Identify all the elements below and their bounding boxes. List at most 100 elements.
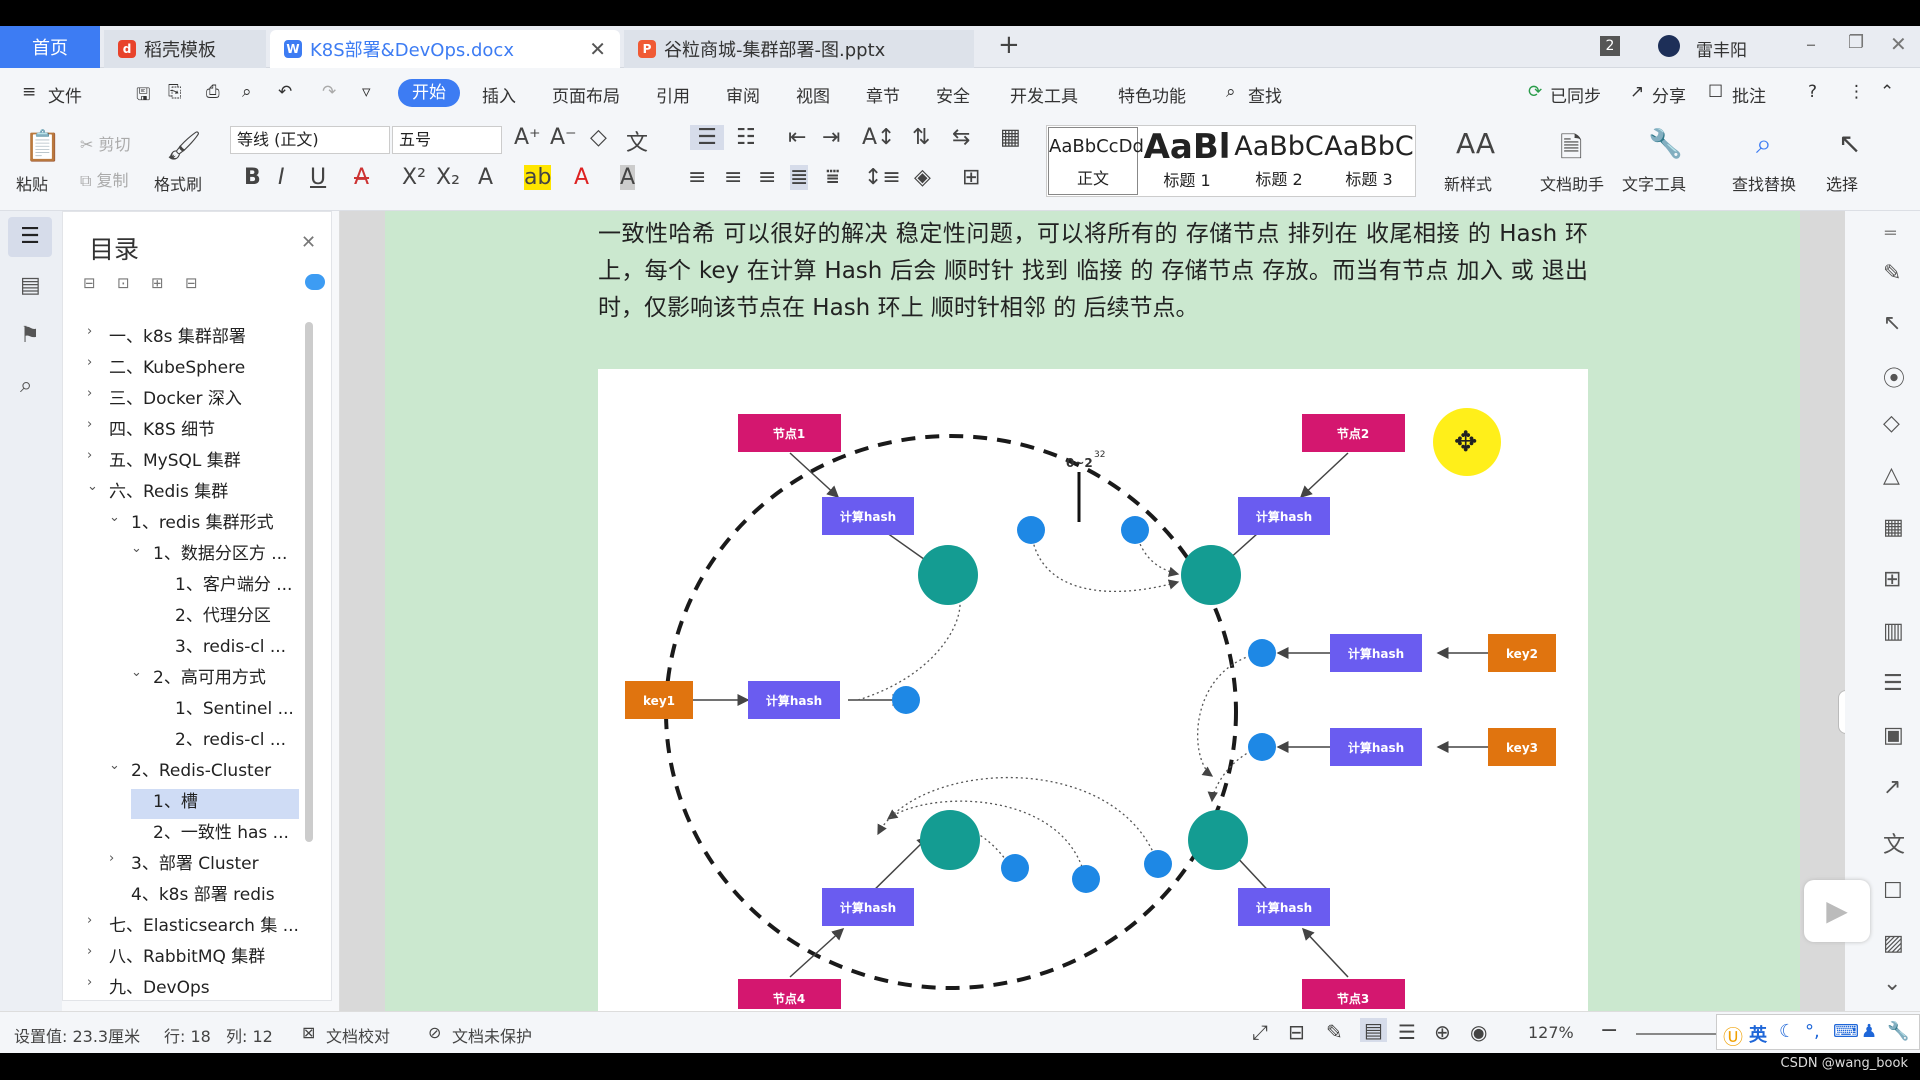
ime-punct-icon[interactable]: °,: [1805, 1021, 1820, 1042]
distributed-icon[interactable]: ⩸: [826, 165, 839, 190]
add-heading-icon[interactable]: ⊞: [151, 274, 164, 292]
table-layout-icon[interactable]: ▦: [1000, 125, 1021, 150]
menu-view[interactable]: 视图: [796, 82, 830, 107]
menu-security[interactable]: 安全: [936, 82, 970, 107]
toc-item[interactable]: 二、KubeSphere: [109, 353, 245, 378]
format-painter-icon[interactable]: 🖌: [166, 129, 202, 162]
grow-font-icon[interactable]: A⁺: [514, 125, 541, 150]
toc-item[interactable]: 1、客户端分 ...: [175, 570, 292, 595]
toc-item[interactable]: 3、redis-cl ...: [175, 632, 286, 657]
help-icon[interactable]: ?: [1808, 82, 1817, 102]
page-thumbnail-icon[interactable]: ▤: [20, 273, 41, 298]
style-normal[interactable]: AaBbCcDd 正文: [1048, 127, 1144, 195]
window-count-badge[interactable]: 2: [1600, 36, 1620, 56]
video-play-icon[interactable]: ▶: [1804, 880, 1870, 942]
toc-item[interactable]: 4、k8s 部署 redis: [131, 880, 275, 905]
sort-icon[interactable]: ⇅: [912, 125, 930, 150]
drawing-icon[interactable]: △: [1883, 463, 1900, 488]
new-style-button[interactable]: 新样式: [1444, 171, 1492, 195]
comment-button[interactable]: 批注: [1732, 82, 1766, 107]
expand-icon[interactable]: ⊡: [117, 274, 130, 292]
print-icon[interactable]: ⎙: [206, 82, 220, 102]
close-tab-icon[interactable]: ✕: [589, 37, 606, 61]
shrink-font-icon[interactable]: A⁻: [550, 125, 577, 150]
subscript-icon[interactable]: X₂: [436, 165, 460, 190]
copy-button[interactable]: ⧉ 复制: [80, 167, 129, 191]
chart-icon[interactable]: ▥: [1883, 619, 1904, 644]
toc-item[interactable]: 九、DevOps: [109, 973, 210, 998]
style-heading1[interactable]: AaBl 标题 1: [1142, 127, 1232, 195]
tab-document[interactable]: W K8S部署&DevOps.docx ✕: [270, 30, 620, 68]
search-icon[interactable]: ⌕: [1226, 82, 1236, 102]
toc-item[interactable]: 1、redis 集群形式: [131, 508, 274, 533]
toc-expand-icon[interactable]: ›: [87, 355, 92, 370]
toc-expand-icon[interactable]: ⌄: [87, 479, 98, 494]
phonetic-icon[interactable]: 文: [626, 125, 648, 157]
collapse-all-icon[interactable]: ⊟: [83, 274, 96, 292]
justify-icon[interactable]: ≣: [790, 165, 809, 190]
underline-icon[interactable]: U: [310, 165, 326, 190]
ime-tool-icon[interactable]: 🔧: [1887, 1021, 1909, 1042]
menu-start[interactable]: 开始: [398, 79, 460, 107]
style-heading2[interactable]: AaBbC 标题 2: [1234, 127, 1324, 195]
toc-expand-icon[interactable]: ›: [87, 913, 92, 928]
print-preview-icon[interactable]: ⌕: [242, 82, 252, 102]
quick-access-icon[interactable]: ▿: [362, 82, 371, 102]
font-color-icon[interactable]: A: [574, 165, 589, 190]
toc-item[interactable]: 2、代理分区: [175, 601, 271, 626]
bookmark-icon[interactable]: ⚑: [20, 323, 40, 348]
menu-special-features[interactable]: 特色功能: [1118, 82, 1186, 107]
table-icon[interactable]: ▦: [1883, 515, 1904, 540]
toc-item[interactable]: 七、Elasticsearch 集 ...: [109, 911, 299, 936]
align-center-icon[interactable]: ≡: [724, 165, 742, 190]
increase-indent-icon[interactable]: ⇥: [822, 125, 840, 150]
minimize-icon[interactable]: –: [1806, 32, 1816, 56]
outline-view-icon[interactable]: ☰: [1398, 1020, 1416, 1044]
proofread-button[interactable]: 文档校对: [326, 1023, 390, 1047]
image-edit-icon[interactable]: ▣: [1883, 723, 1904, 748]
picture-icon[interactable]: ▨: [1883, 931, 1904, 956]
toc-expand-icon[interactable]: ⌄: [109, 758, 120, 773]
menu-chapter[interactable]: 章节: [866, 82, 900, 107]
find-replace-button[interactable]: 查找替换: [1732, 171, 1796, 195]
toc-item[interactable]: 2、Redis-Cluster: [131, 756, 271, 781]
search-menu[interactable]: 查找: [1248, 82, 1282, 107]
clear-format-icon[interactable]: ◇: [590, 125, 607, 150]
pointer-icon[interactable]: ↖: [1883, 311, 1901, 336]
menu-developer-tools[interactable]: 开发工具: [1010, 82, 1078, 107]
tab-home[interactable]: 首页: [0, 26, 100, 68]
close-window-icon[interactable]: ✕: [1890, 32, 1907, 56]
ime-keyboard-icon[interactable]: ⌨: [1833, 1021, 1859, 1042]
menu-insert[interactable]: 插入: [482, 82, 516, 107]
collapse-ribbon-icon[interactable]: ⌃: [1880, 82, 1894, 102]
toc-expand-icon[interactable]: ›: [87, 448, 92, 463]
toc-item[interactable]: 三、Docker 深入: [109, 384, 242, 409]
tab-daoke-templates[interactable]: d 稻壳模板: [104, 30, 266, 68]
toc-item[interactable]: 3、部署 Cluster: [131, 849, 259, 874]
paste-icon[interactable]: 📋: [24, 129, 61, 164]
toc-expand-icon[interactable]: ›: [87, 324, 92, 339]
toc-expand-icon[interactable]: ›: [87, 386, 92, 401]
bold-icon[interactable]: B: [244, 165, 261, 190]
spacing-icon[interactable]: ⇆: [952, 125, 970, 150]
text-effect-icon[interactable]: A: [478, 165, 493, 190]
toc-item[interactable]: 1、槽: [153, 787, 198, 812]
text-tool-button[interactable]: 文字工具: [1622, 171, 1686, 195]
ime-mode[interactable]: 英: [1749, 1021, 1767, 1047]
export-icon[interactable]: ⎘: [168, 82, 182, 102]
zoom-slider[interactable]: [1636, 1033, 1716, 1035]
paste-button[interactable]: 粘贴: [16, 171, 48, 195]
close-toc-icon[interactable]: ✕: [301, 232, 316, 253]
toc-item[interactable]: 2、redis-cl ...: [175, 725, 286, 750]
export-share-icon[interactable]: ↗: [1883, 775, 1901, 800]
toc-expand-icon[interactable]: ⌄: [131, 665, 142, 680]
line-spacing-icon[interactable]: ↕≡: [864, 165, 901, 190]
toc-expand-icon[interactable]: ›: [87, 944, 92, 959]
decrease-indent-icon[interactable]: ⇤: [788, 125, 806, 150]
redo-icon[interactable]: ↷: [322, 82, 336, 102]
doc-helper-icon[interactable]: 🗎: [1560, 127, 1583, 175]
format-painter-button[interactable]: 格式刷: [154, 171, 202, 195]
toc-toggle-icon[interactable]: [305, 274, 325, 290]
web-view-icon[interactable]: ⊕: [1434, 1020, 1451, 1044]
new-style-icon[interactable]: AA: [1456, 127, 1495, 160]
